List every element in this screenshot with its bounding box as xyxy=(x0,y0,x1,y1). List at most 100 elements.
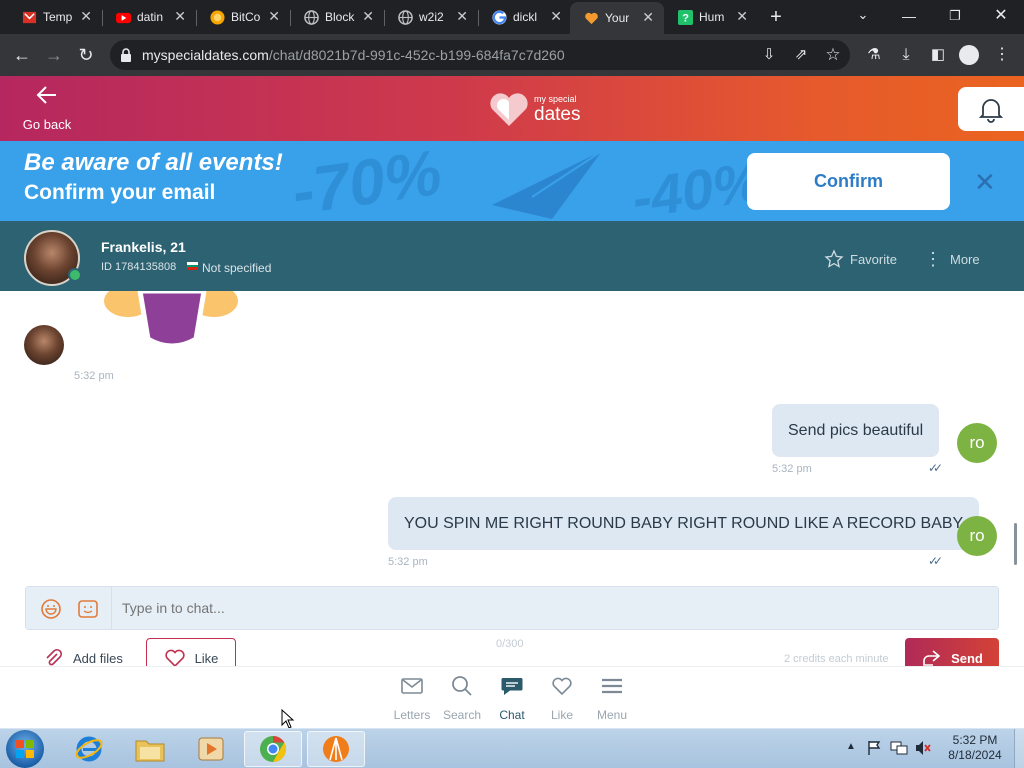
forward-arrow-icon[interactable]: → xyxy=(42,43,66,67)
new-tab-icon[interactable]: + xyxy=(764,5,788,29)
mouse-cursor-icon xyxy=(281,709,295,729)
action-center-flag-icon[interactable] xyxy=(866,740,882,756)
chat-messages[interactable]: 5:32 pm Send pics beautiful ro 5:32 pm ✓… xyxy=(0,291,1024,572)
browser-tab[interactable]: Temp ✕ xyxy=(8,4,102,30)
message-bubble[interactable]: Send pics beautiful xyxy=(772,404,940,457)
paperclip-icon xyxy=(46,648,63,666)
bottom-navigation: Letters Search Chat Like Menu xyxy=(0,666,1024,728)
nav-label: Letters xyxy=(393,708,431,722)
taskbar-file-explorer[interactable] xyxy=(121,731,179,767)
banner-bg-discount: -70% xyxy=(287,141,446,221)
close-tab-icon[interactable]: ✕ xyxy=(268,8,280,25)
chat-icon xyxy=(501,678,523,695)
browser-tab[interactable]: dickl ✕ xyxy=(478,4,572,30)
bitcoin-icon xyxy=(210,9,225,25)
chat-scrollbar[interactable] xyxy=(1014,523,1017,565)
nav-letters[interactable]: Letters xyxy=(384,675,440,722)
volume-muted-icon[interactable] xyxy=(914,740,932,756)
message-bubble[interactable]: YOU SPIN ME RIGHT ROUND BABY RIGHT ROUND… xyxy=(388,497,980,550)
system-clock[interactable]: 5:32 PM 8/18/2024 xyxy=(940,733,1010,763)
flag-icon xyxy=(187,262,198,270)
favorite-button[interactable]: Favorite xyxy=(824,249,897,269)
clock-date: 8/18/2024 xyxy=(948,748,1002,762)
kebab-menu-icon[interactable]: ⋮ xyxy=(990,43,1014,67)
confirm-email-button[interactable]: Confirm xyxy=(747,153,950,210)
chat-message-input[interactable] xyxy=(112,587,992,629)
close-tab-icon[interactable]: ✕ xyxy=(736,8,748,25)
help-icon: ? xyxy=(678,9,693,25)
browser-tab[interactable]: ? Hum ✕ xyxy=(664,4,758,30)
labs-flask-icon[interactable]: ⚗ xyxy=(862,43,886,67)
bookmark-star-icon[interactable]: ☆ xyxy=(821,43,845,67)
logo-small-text: my special xyxy=(534,94,577,104)
sticker-image[interactable] xyxy=(96,291,246,351)
clock-time: 5:32 PM xyxy=(952,733,998,747)
browser-tab[interactable]: Block ✕ xyxy=(290,4,384,30)
taskbar-chrome[interactable] xyxy=(244,731,302,767)
browser-tab[interactable]: datin ✕ xyxy=(102,4,196,30)
tab-search-chevron-icon[interactable]: ⌄ xyxy=(851,3,875,27)
like-button[interactable]: Like xyxy=(146,638,236,666)
more-button[interactable]: ⋮ More xyxy=(924,249,980,270)
minimize-icon[interactable]: — xyxy=(897,4,921,28)
back-arrow-icon[interactable]: ← xyxy=(10,43,34,67)
install-app-icon[interactable]: ⇩ xyxy=(757,43,781,67)
user-avatar[interactable]: ro xyxy=(957,423,997,463)
banner-headline: Be aware of all events! xyxy=(24,149,283,176)
sender-avatar[interactable] xyxy=(24,325,64,365)
profile-avatar-icon[interactable] xyxy=(959,45,979,65)
nav-menu[interactable]: Menu xyxy=(584,675,640,722)
emoji-smile-icon[interactable] xyxy=(40,598,62,620)
close-tab-icon[interactable]: ✕ xyxy=(456,8,468,25)
message-time: 5:32 pm xyxy=(74,370,114,382)
side-panel-icon[interactable]: ◧ xyxy=(926,43,950,67)
tab-title: Your xyxy=(605,11,630,25)
double-check-icon: ✓✓ xyxy=(928,554,943,568)
nav-like[interactable]: Like xyxy=(534,675,590,722)
taskbar-media-player[interactable] xyxy=(182,731,240,767)
logo-big-text: dates xyxy=(534,104,581,125)
tab-title: w2i2 xyxy=(419,10,444,24)
profile-name[interactable]: Frankelis, 21 xyxy=(101,239,186,255)
notifications-button[interactable] xyxy=(958,87,1024,131)
reload-icon[interactable]: ↻ xyxy=(74,43,98,67)
network-icon[interactable] xyxy=(890,740,908,756)
folder-icon xyxy=(135,740,165,762)
show-hidden-icons[interactable]: ▲ xyxy=(846,741,856,752)
heart-logo-icon xyxy=(490,93,528,126)
browser-tab[interactable]: BitCo ✕ xyxy=(196,4,290,30)
browser-tab-strip: Temp ✕ datin ✕ BitCo ✕ Block ✕ w2i2 ✕ di… xyxy=(0,0,1024,34)
send-button[interactable]: Send xyxy=(905,638,999,666)
add-files-button[interactable]: Add files xyxy=(43,648,123,666)
show-desktop-button[interactable] xyxy=(1014,729,1024,768)
browser-tab[interactable]: w2i2 ✕ xyxy=(384,4,478,30)
restore-icon[interactable]: ❐ xyxy=(943,4,967,28)
close-tab-icon[interactable]: ✕ xyxy=(642,9,654,26)
tab-title: dickl xyxy=(513,10,538,24)
google-icon xyxy=(492,9,507,25)
online-status-dot xyxy=(68,268,82,282)
nav-label: Like xyxy=(550,708,573,722)
download-icon[interactable]: ⤓ xyxy=(894,43,918,67)
close-tab-icon[interactable]: ✕ xyxy=(80,8,92,25)
browser-tab-active[interactable]: Your ✕ xyxy=(570,2,664,34)
internet-explorer-icon xyxy=(75,736,103,762)
site-logo[interactable]: my special dates xyxy=(488,90,588,128)
start-button[interactable] xyxy=(6,730,44,768)
share-icon[interactable]: ⇗ xyxy=(789,43,813,67)
nav-label: Menu xyxy=(596,708,628,722)
close-tab-icon[interactable]: ✕ xyxy=(362,8,374,25)
address-bar[interactable]: myspecialdates.com/chat/d8021b7d-991c-45… xyxy=(110,40,850,70)
close-tab-icon[interactable]: ✕ xyxy=(174,8,186,25)
close-tab-icon[interactable]: ✕ xyxy=(550,8,562,25)
tab-title: BitCo xyxy=(231,10,261,24)
window-close-icon[interactable]: ✕ xyxy=(989,4,1013,28)
nav-search[interactable]: Search xyxy=(434,675,490,722)
taskbar-vlc-app[interactable] xyxy=(307,731,365,767)
nav-chat[interactable]: Chat xyxy=(484,675,540,722)
user-avatar[interactable]: ro xyxy=(957,516,997,556)
close-banner-icon[interactable]: ✕ xyxy=(974,167,996,198)
taskbar-internet-explorer[interactable] xyxy=(60,731,118,767)
sticker-icon[interactable] xyxy=(77,598,99,620)
go-back-button[interactable]: Go back xyxy=(18,82,76,132)
